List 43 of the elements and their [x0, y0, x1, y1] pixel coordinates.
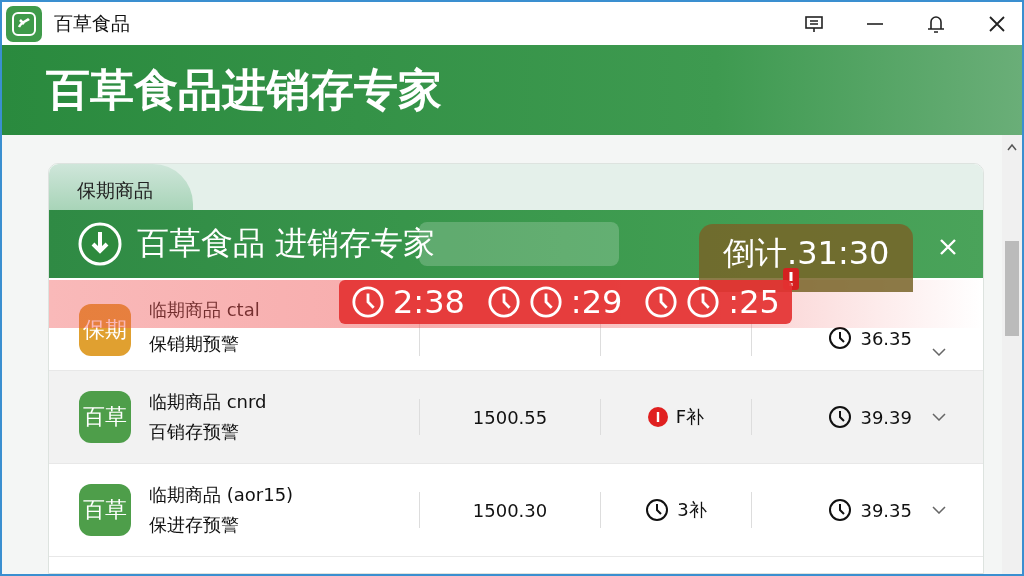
- timer-text: :29: [570, 283, 623, 321]
- clock-icon: [486, 285, 521, 319]
- chevron-down-icon[interactable]: [932, 413, 946, 421]
- scroll-up-icon[interactable]: [1007, 143, 1017, 151]
- scrollbar-thumb[interactable]: [1005, 241, 1019, 336]
- panel-tab[interactable]: 保期商品: [49, 164, 193, 210]
- time-text: 39.39: [860, 406, 912, 428]
- alert-dot-icon: [647, 407, 668, 427]
- product-badge: 百草: [79, 391, 131, 443]
- status-text: 3补: [677, 498, 707, 522]
- chevron-down-icon[interactable]: [932, 506, 946, 514]
- close-icon[interactable]: [988, 14, 1006, 33]
- clock-icon: [828, 498, 853, 522]
- time-text: 39.35: [860, 499, 912, 521]
- minimize-icon[interactable]: [866, 21, 884, 26]
- time-text: 36.35: [860, 327, 912, 349]
- product-subtitle: 保销期预警: [149, 332, 239, 356]
- app-logo-icon: [6, 5, 42, 42]
- product-name: 临期商品 (aor15): [149, 483, 294, 507]
- status-text: F补: [675, 405, 705, 429]
- bell-icon[interactable]: [926, 13, 946, 34]
- clock-icon: [644, 285, 679, 319]
- clock-icon: [828, 326, 853, 350]
- product-subtitle: 百销存预警: [149, 420, 239, 444]
- clock-icon: [351, 285, 385, 319]
- price-text: 1500.30: [472, 499, 548, 521]
- download-icon: [77, 221, 123, 267]
- price-text: 1500.55: [472, 406, 548, 428]
- feedback-icon[interactable]: [804, 13, 824, 34]
- banner-title: 百草食品 进销存专家: [137, 223, 436, 264]
- clock-icon: [645, 498, 670, 522]
- window-title: 百草食品: [54, 10, 130, 36]
- clock-icon: [528, 285, 563, 319]
- product-name: 临期商品 ctal: [149, 298, 260, 322]
- chevron-down-icon[interactable]: [932, 348, 946, 356]
- app-heading: 百草食品进销存专家: [46, 62, 442, 117]
- product-badge: 百草: [79, 484, 131, 536]
- clock-icon: [828, 405, 853, 429]
- product-name: 临期商品 cnrd: [149, 390, 267, 414]
- timer-text: 2:38: [393, 283, 465, 321]
- clock-icon: [686, 285, 721, 319]
- product-subtitle: 保进存预警: [149, 513, 239, 537]
- product-badge: 保期: [79, 304, 131, 356]
